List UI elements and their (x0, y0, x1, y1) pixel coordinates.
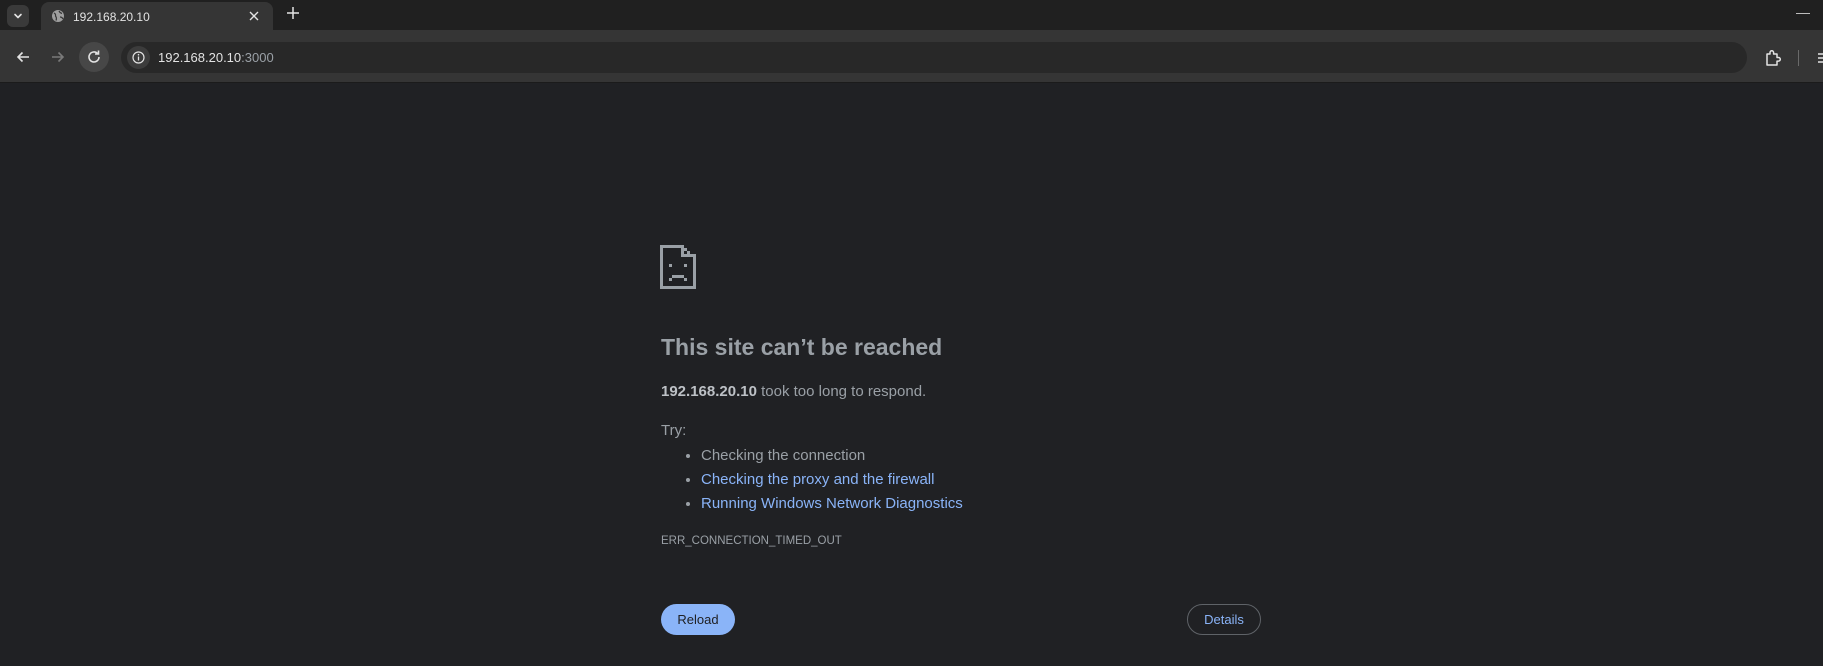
reload-button[interactable]: Reload (661, 604, 735, 635)
new-tab-button[interactable] (284, 5, 302, 23)
tab-title: 192.168.20.10 (73, 10, 150, 24)
details-button[interactable]: Details (1187, 604, 1261, 635)
try-label: Try: (661, 422, 687, 439)
sad-page-icon (660, 245, 696, 289)
page-content: This site can’t be reached 192.168.20.10… (0, 83, 1823, 666)
info-icon (132, 51, 145, 64)
site-info-button[interactable] (127, 46, 150, 69)
suggestion-check-proxy-firewall[interactable]: Checking the proxy and the firewall (701, 468, 963, 492)
url-host: 192.168.20.10 (158, 50, 242, 65)
address-bar[interactable]: 192.168.20.10:3000 (121, 42, 1747, 73)
error-host: 192.168.20.10 (661, 383, 757, 400)
suggestion-link[interactable]: Running Windows Network Diagnostics (701, 495, 963, 512)
tab-close-button[interactable] (246, 8, 262, 24)
suggestion-link[interactable]: Checking the proxy and the firewall (701, 471, 934, 488)
chevron-down-icon (14, 13, 22, 19)
window-minimize-button[interactable]: — (1796, 4, 1810, 20)
reload-toolbar-button[interactable] (79, 42, 109, 72)
url-text[interactable]: 192.168.20.10:3000 (158, 50, 274, 65)
plus-icon (287, 7, 299, 19)
toolbar-separator (1798, 50, 1799, 66)
arrow-left-icon (16, 51, 29, 63)
error-code: ERR_CONNECTION_TIMED_OUT (661, 535, 842, 547)
suggestion-text: Checking the connection (701, 447, 866, 464)
suggestion-list: Checking the connection Checking the pro… (661, 444, 963, 516)
tab-strip: 192.168.20.10 — (0, 0, 1823, 33)
side-panel-icon[interactable] (1816, 50, 1823, 66)
error-summary: 192.168.20.10 took too long to respond. (661, 383, 926, 400)
arrow-right-icon (52, 51, 65, 63)
close-icon (249, 11, 259, 21)
forward-button[interactable] (43, 42, 73, 72)
globe-icon (52, 10, 64, 22)
active-tab[interactable]: 192.168.20.10 (41, 2, 273, 33)
suggestion-network-diagnostics[interactable]: Running Windows Network Diagnostics (701, 492, 963, 516)
reload-icon (88, 50, 100, 63)
error-message: took too long to respond. (756, 383, 927, 400)
url-port: :3000 (241, 50, 274, 65)
tab-search-button[interactable] (7, 5, 29, 27)
puzzle-icon[interactable] (1763, 48, 1783, 68)
error-heading: This site can’t be reached (661, 334, 943, 360)
back-button[interactable] (8, 42, 38, 72)
browser-toolbar: 192.168.20.10:3000 (0, 30, 1823, 83)
suggestion-check-connection: Checking the connection (701, 444, 963, 468)
